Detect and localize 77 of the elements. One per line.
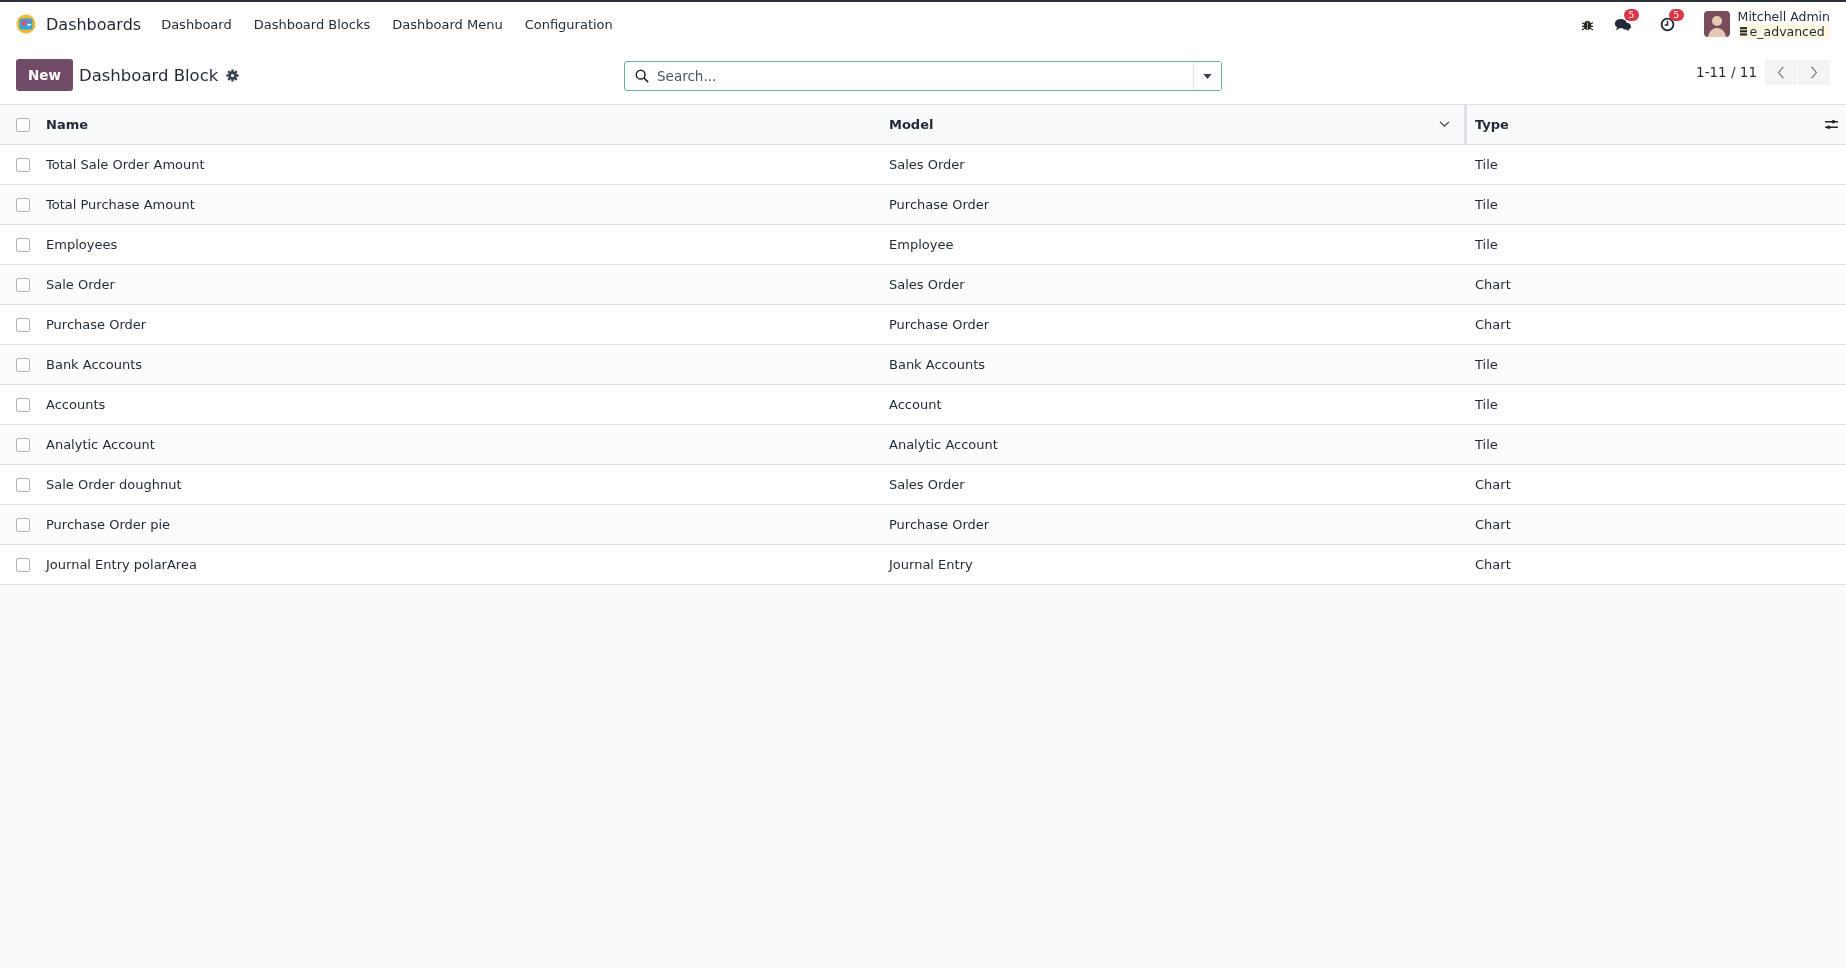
table-cell: Tile — [1475, 357, 1498, 372]
row-checkbox[interactable] — [16, 397, 30, 412]
table-cell: Journal Entry — [889, 557, 973, 572]
table-cell: Sales Order — [889, 157, 965, 172]
sort-caret-icon[interactable] — [1439, 121, 1450, 128]
table-cell: Sale Order doughnut — [46, 477, 182, 492]
row-checkbox[interactable] — [16, 157, 30, 172]
next-page-button[interactable] — [1798, 59, 1830, 85]
table-cell: Sales Order — [889, 477, 965, 492]
table-cell: Chart — [1475, 317, 1511, 332]
search-field[interactable]: Search... — [624, 61, 1222, 91]
table-cell: Sale Order — [46, 277, 115, 292]
table-cell: Tile — [1475, 157, 1498, 172]
row-checkbox[interactable] — [16, 557, 30, 572]
row-checkbox[interactable] — [16, 237, 30, 252]
app-name-link[interactable]: Dashboards — [46, 14, 142, 34]
database-icon — [1739, 27, 1747, 36]
table-cell: Total Purchase Amount — [46, 197, 195, 212]
new-button[interactable]: New — [16, 59, 73, 91]
menu-item[interactable]: Dashboard — [161, 16, 232, 32]
previous-page-button[interactable] — [1765, 59, 1797, 85]
table-cell: Purchase Order pie — [46, 517, 171, 532]
table-cell: Bank Accounts — [46, 357, 143, 372]
table-cell: Analytic Account — [889, 437, 998, 452]
menu-item[interactable]: Dashboard Menu — [392, 16, 503, 32]
row-checkbox[interactable] — [16, 357, 30, 372]
row-checkbox[interactable] — [16, 517, 30, 532]
pager-value: 1-11 / 11 — [1696, 64, 1757, 80]
chevron-left-icon — [1777, 65, 1785, 79]
row-checkbox[interactable] — [16, 437, 30, 452]
table-cell: Sales Order — [889, 277, 965, 292]
table-cell: Total Sale Order Amount — [46, 157, 205, 172]
table-cell: Bank Accounts — [889, 357, 986, 372]
row-checkbox[interactable] — [16, 197, 30, 212]
database-label: e_advanced — [1737, 24, 1830, 39]
column-header[interactable]: Type — [1475, 117, 1509, 132]
activity-count-badge: 5 — [1668, 8, 1685, 21]
table-cell: Tile — [1475, 197, 1498, 212]
settings-icon[interactable] — [226, 68, 240, 82]
chat-icon[interactable] — [1613, 16, 1631, 32]
table-cell: Chart — [1475, 517, 1511, 532]
table-cell: Tile — [1475, 437, 1498, 452]
menu-item[interactable]: Configuration — [524, 16, 613, 32]
chevron-right-icon — [1810, 65, 1818, 79]
caret-icon — [1203, 73, 1212, 79]
row-checkbox[interactable] — [16, 277, 30, 292]
table-cell: Chart — [1475, 557, 1511, 572]
column-header[interactable]: Model — [889, 117, 934, 132]
table-cell: Analytic Account — [46, 437, 155, 452]
search-options-button[interactable] — [1193, 62, 1221, 90]
table-cell: Tile — [1475, 237, 1498, 252]
table-cell: Employees — [46, 237, 118, 252]
column-settings-icon[interactable] — [1825, 119, 1838, 130]
table-cell: Purchase Order — [46, 317, 147, 332]
table-cell: Journal Entry polarArea — [46, 557, 197, 572]
page-title: Dashboard Block — [78, 65, 219, 85]
menu-item[interactable]: Dashboard Blocks — [253, 16, 371, 32]
table-cell: Accounts — [46, 397, 106, 412]
table-cell: Tile — [1475, 397, 1498, 412]
user-name[interactable]: Mitchell Admin — [1737, 9, 1830, 24]
table-cell: Chart — [1475, 477, 1511, 492]
search-icon — [635, 69, 649, 83]
select-all-checkbox[interactable] — [16, 117, 30, 132]
app-logo-icon[interactable] — [16, 14, 36, 34]
table-cell: Employee — [889, 237, 954, 252]
clock-icon[interactable] — [1658, 16, 1676, 32]
table-cell: Purchase Order — [889, 517, 990, 532]
table-cell: Chart — [1475, 277, 1511, 292]
table-cell: Purchase Order — [889, 197, 990, 212]
table-cell: Purchase Order — [889, 317, 990, 332]
search-input[interactable]: Search... — [655, 67, 1193, 85]
column-header[interactable]: Name — [46, 117, 88, 132]
table-cell: Account — [889, 397, 942, 412]
avatar-icon[interactable] — [1703, 11, 1730, 37]
message-count-badge: 5 — [1623, 8, 1640, 21]
row-checkbox[interactable] — [16, 317, 30, 332]
row-checkbox[interactable] — [16, 477, 30, 492]
